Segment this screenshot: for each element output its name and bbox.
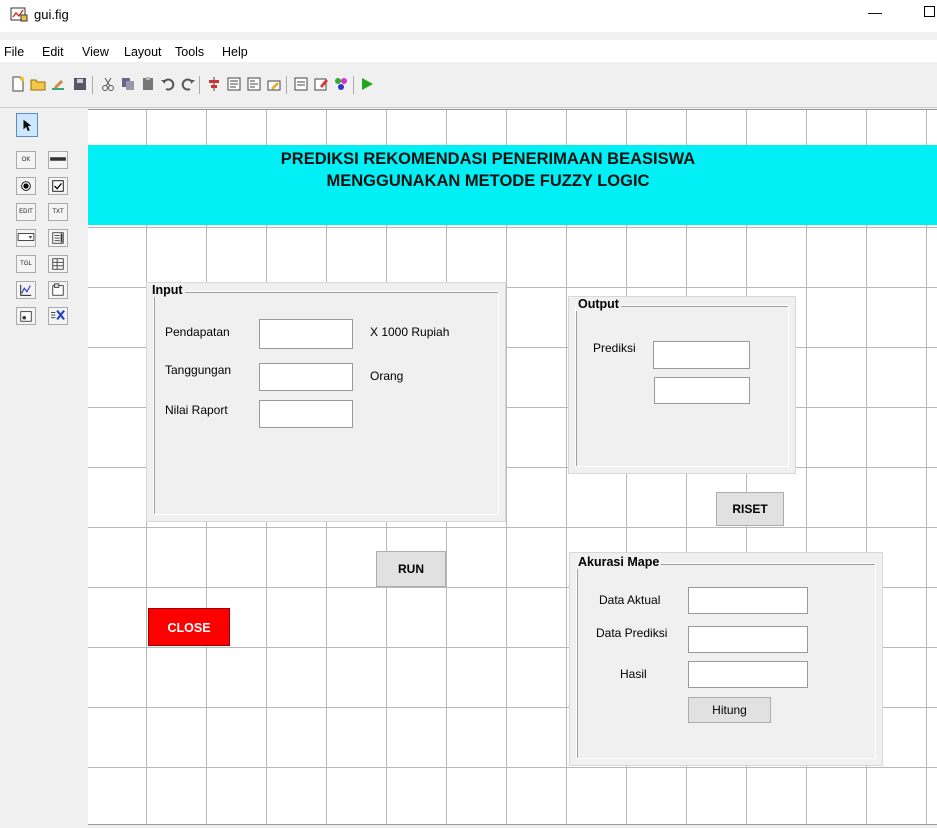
window-title: gui.fig bbox=[34, 7, 69, 22]
copy-icon[interactable] bbox=[120, 76, 136, 92]
layout-canvas[interactable]: PREDIKSI REKOMENDASI PENERIMAAN BEASISWA… bbox=[88, 109, 937, 825]
akurasi-panel[interactable]: Akurasi Mape Data Aktual Data Prediksi H… bbox=[569, 552, 883, 766]
pendapatan-field[interactable] bbox=[259, 319, 353, 349]
select-icon[interactable] bbox=[16, 113, 38, 137]
data-prediksi-field[interactable] bbox=[688, 626, 808, 653]
tab-order-icon[interactable] bbox=[246, 76, 262, 92]
title-bar: gui.fig — bbox=[0, 0, 937, 32]
pendapatan-unit-label: X 1000 Rupiah bbox=[370, 325, 450, 339]
toolbar-editor-icon[interactable] bbox=[266, 76, 282, 92]
guide-window: gui.fig — File Edit View Layout Tools He… bbox=[0, 0, 937, 828]
component-palette: OK EDIT TXT TGL bbox=[0, 109, 88, 828]
tanggungan-unit-label: Orang bbox=[370, 369, 404, 383]
data-prediksi-label: Data Prediksi bbox=[596, 626, 668, 640]
toggle-button-icon[interactable]: TGL bbox=[16, 255, 36, 273]
run-icon[interactable] bbox=[359, 76, 375, 92]
radio-button-icon[interactable] bbox=[16, 177, 36, 195]
hasil-field[interactable] bbox=[688, 661, 808, 688]
akurasi-panel-title: Akurasi Mape bbox=[576, 555, 662, 569]
push-button-text: OK bbox=[21, 157, 31, 163]
toolbar-separator bbox=[92, 76, 93, 94]
tanggungan-label: Tanggungan bbox=[165, 363, 232, 377]
edit-text-label: EDIT bbox=[19, 209, 33, 215]
menu-view[interactable]: View bbox=[82, 45, 109, 59]
figure-icon bbox=[10, 7, 28, 22]
listbox-icon[interactable] bbox=[48, 229, 68, 247]
data-aktual-field[interactable] bbox=[688, 587, 808, 614]
title-banner: PREDIKSI REKOMENDASI PENERIMAAN BEASISWA… bbox=[88, 145, 937, 225]
hasil-label: Hasil bbox=[620, 667, 647, 681]
axes-icon[interactable] bbox=[16, 281, 36, 299]
menu-file[interactable]: File bbox=[4, 45, 24, 59]
push-button-icon[interactable]: OK bbox=[16, 151, 36, 169]
cut-icon[interactable] bbox=[100, 76, 116, 92]
menu-editor-icon[interactable] bbox=[226, 76, 242, 92]
hitung-button[interactable]: Hitung bbox=[688, 697, 771, 723]
paste-icon[interactable] bbox=[140, 76, 156, 92]
menu-layout[interactable]: Layout bbox=[124, 45, 162, 59]
open-file-icon[interactable] bbox=[30, 76, 46, 92]
checkbox-icon[interactable] bbox=[48, 177, 68, 195]
data-aktual-label: Data Aktual bbox=[599, 593, 661, 607]
new-file-icon[interactable] bbox=[10, 76, 26, 92]
object-browser-icon[interactable] bbox=[333, 76, 349, 92]
output-panel-title: Output bbox=[576, 297, 621, 311]
static-text-label: TXT bbox=[52, 209, 64, 215]
toggle-button-label: TGL bbox=[20, 261, 32, 267]
toolbar-separator bbox=[199, 76, 200, 94]
toolbar-separator bbox=[286, 76, 287, 94]
nilai-raport-field[interactable] bbox=[259, 400, 353, 428]
undo-icon[interactable] bbox=[160, 76, 176, 92]
edit-icon[interactable] bbox=[50, 76, 66, 92]
editor-icon[interactable] bbox=[293, 76, 309, 92]
nilai-raport-label: Nilai Raport bbox=[165, 403, 228, 417]
toolbar-separator bbox=[353, 76, 354, 94]
popup-menu-icon[interactable] bbox=[16, 229, 36, 247]
banner-title-line-1: PREDIKSI REKOMENDASI PENERIMAAN BEASISWA bbox=[280, 150, 696, 168]
output-panel[interactable]: Output Prediksi bbox=[568, 296, 796, 474]
prediksi-field[interactable] bbox=[653, 341, 750, 369]
button-group-icon[interactable] bbox=[16, 307, 36, 325]
input-panel-title: Input bbox=[150, 283, 185, 297]
edit-text-icon[interactable]: EDIT bbox=[16, 203, 36, 221]
toolbar bbox=[0, 68, 937, 108]
table-icon[interactable] bbox=[48, 255, 68, 273]
banner-title-line-2: MENGGUNAKAN METODE FUZZY LOGIC bbox=[326, 172, 650, 190]
prediksi-result-field[interactable] bbox=[654, 377, 750, 404]
menu-tools[interactable]: Tools bbox=[175, 45, 204, 59]
prediksi-label: Prediksi bbox=[593, 341, 636, 355]
riset-button[interactable]: RISET bbox=[716, 492, 784, 526]
save-icon[interactable] bbox=[72, 76, 88, 92]
input-panel[interactable]: Input Pendapatan X 1000 Rupiah Tanggunga… bbox=[146, 282, 506, 522]
panel-icon[interactable] bbox=[48, 281, 68, 299]
align-icon[interactable] bbox=[206, 76, 222, 92]
activex-icon[interactable] bbox=[48, 307, 68, 325]
close-button[interactable]: CLOSE bbox=[148, 608, 230, 646]
pendapatan-label: Pendapatan bbox=[165, 325, 230, 339]
menu-edit[interactable]: Edit bbox=[42, 45, 64, 59]
run-button[interactable]: RUN bbox=[376, 551, 446, 587]
menu-bar: File Edit View Layout Tools Help bbox=[0, 40, 937, 62]
static-text-icon[interactable]: TXT bbox=[48, 203, 68, 221]
redo-icon[interactable] bbox=[180, 76, 196, 92]
slider-icon[interactable] bbox=[48, 151, 68, 169]
maximize-icon[interactable] bbox=[924, 6, 935, 17]
tanggungan-field[interactable] bbox=[259, 363, 353, 391]
menu-help[interactable]: Help bbox=[222, 45, 248, 59]
minimize-icon[interactable]: — bbox=[868, 4, 882, 20]
property-inspector-icon[interactable] bbox=[313, 76, 329, 92]
